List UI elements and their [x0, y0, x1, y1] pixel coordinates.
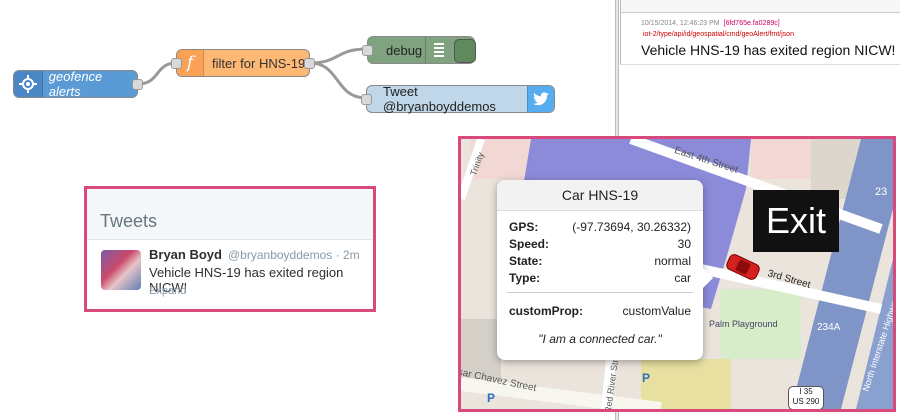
wire-filter-tweet	[309, 61, 367, 100]
node-red-flow: geofence alerts f filter for HNS-19 debu…	[0, 0, 600, 140]
node-label: debug	[386, 42, 423, 58]
avatar[interactable]	[101, 250, 141, 290]
output-port[interactable]	[132, 79, 143, 90]
twitter-timeline-card: Tweets Bryan Boyd @bryanboyddemos · 2m V…	[84, 186, 376, 312]
debug-timestamp: 10/15/2014, 12:46:23 PM	[641, 20, 720, 27]
output-port[interactable]	[304, 58, 315, 69]
tweet-node[interactable]: Tweet @bryanboyddemos	[361, 84, 555, 114]
popup-title: Car HNS-19	[497, 180, 703, 211]
debug-toolbar	[621, 0, 900, 13]
route-label: 234A	[817, 322, 841, 333]
debug-payload: Vehicle HNS-19 has exited region NICW!	[641, 42, 896, 58]
parking-icon: P	[487, 391, 496, 405]
timeline-title: Tweets	[100, 211, 158, 231]
popup-pointer	[703, 268, 713, 288]
popup-row-type: Type: car	[509, 271, 691, 285]
wire-filter-debug	[309, 47, 368, 65]
exit-alert-label: Exit	[753, 190, 839, 252]
popup-row-speed: Speed: 30	[509, 237, 691, 251]
debug-message-meta: 10/15/2014, 12:46:23 PM [6fd765e.fa0289c]	[641, 20, 780, 27]
shield-line2: US 290	[792, 397, 820, 406]
input-port[interactable]	[171, 58, 182, 69]
debug-node[interactable]: debug	[362, 36, 476, 64]
debug-toggle-button[interactable]	[454, 39, 476, 63]
tweet-author-name[interactable]: Bryan Boyd	[149, 247, 222, 262]
node-label: Tweet @bryanboyddemos	[383, 84, 496, 114]
debug-sidebar: 10/15/2014, 12:46:23 PM [6fd765e.fa0289c]…	[620, 0, 900, 65]
map-view[interactable]: East 4th Street 3rd Street Palm Playgrou…	[458, 136, 896, 412]
parking-icon: P	[642, 371, 651, 385]
popup-divider	[507, 292, 693, 293]
input-port[interactable]	[361, 94, 372, 105]
debug-msg-id[interactable]: [6fd765e.fa0289c]	[724, 20, 780, 27]
car-info-popup: Car HNS-19 GPS: (-97.73694, 30.26332) Spe…	[497, 180, 713, 360]
popup-quote: "I am a connected car."	[538, 332, 662, 346]
node-label: geofence alerts	[48, 69, 103, 99]
filter-function-node[interactable]: f filter for HNS-19	[171, 49, 315, 77]
shield-line1: I 35	[799, 387, 813, 396]
park-label: Palm Playground	[709, 319, 778, 329]
gear-icon	[14, 71, 43, 97]
tweet-handle[interactable]: @bryanboyddemos · 2m	[228, 248, 360, 262]
popup-row-state: State: normal	[509, 254, 691, 268]
twitter-bird-icon	[527, 86, 554, 112]
popup-row-gps: GPS: (-97.73694, 30.26332)	[509, 220, 691, 234]
list-icon	[425, 37, 452, 63]
input-port[interactable]	[362, 45, 373, 56]
popup-row-customprop: customProp: customValue	[509, 304, 691, 318]
expand-link[interactable]: Expand	[149, 285, 186, 297]
node-label: filter for HNS-19	[212, 55, 306, 71]
highway-shield: I 35 US 290	[788, 386, 824, 409]
route-label: 23	[875, 186, 888, 198]
geofence-alerts-node[interactable]: geofence alerts	[13, 69, 143, 99]
debug-topic: iot-2/type/api/id/geospatial/cmd/geoAler…	[643, 31, 794, 38]
